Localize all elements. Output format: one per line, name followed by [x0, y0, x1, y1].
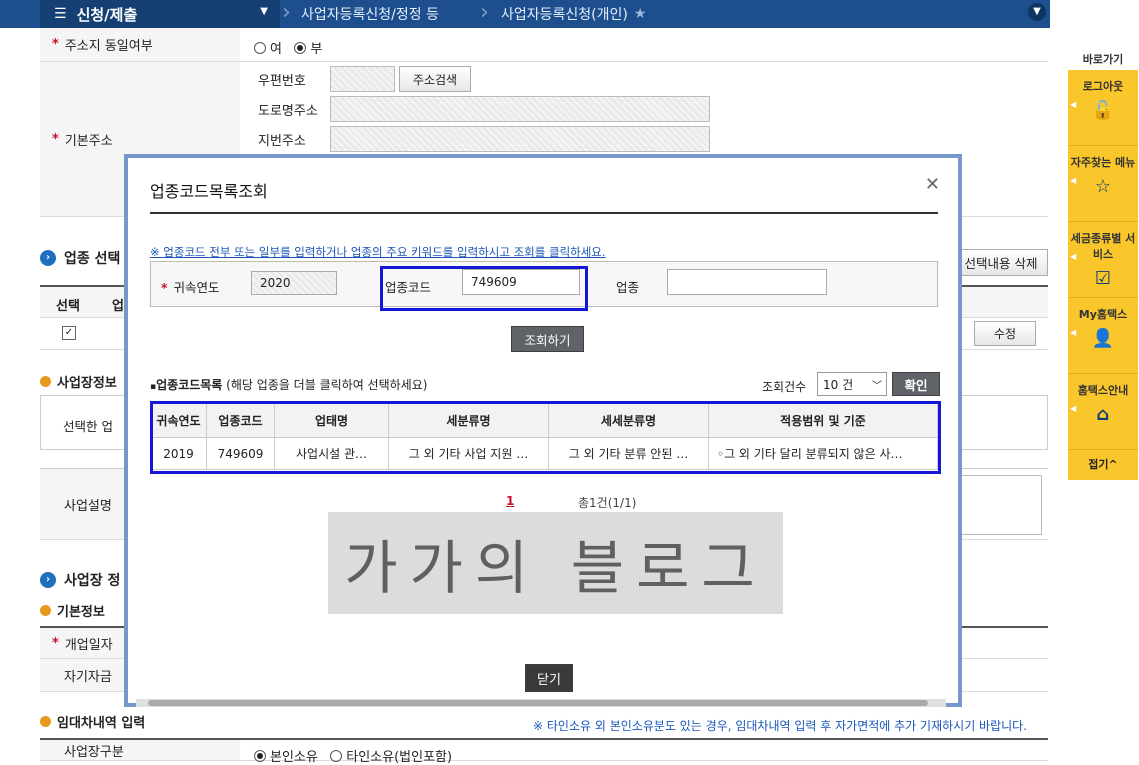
- chevron-down-icon: ﹀: [872, 381, 882, 392]
- breadcrumb-item-1[interactable]: 사업자등록신청/정정 등: [301, 0, 439, 28]
- breadcrumb-separator-icon: ›: [282, 0, 291, 25]
- highlight-box: [150, 401, 941, 474]
- horizontal-scrollbar[interactable]: [136, 699, 946, 707]
- industry-code-modal: 업종코드목록조회 ✕ ※ 업종코드 전부 또는 일부를 입력하거나 업종의 주요…: [124, 154, 962, 707]
- close-icon[interactable]: ✕: [925, 174, 940, 195]
- open-date-label: 개업일자: [64, 637, 113, 653]
- industry-label: 업종: [616, 280, 640, 295]
- quick-tax-services[interactable]: ◀ 세금종류별 서비스 ☑: [1068, 222, 1138, 298]
- home-icon: ⌂: [1096, 404, 1110, 425]
- count-select[interactable]: 10 건 ﹀: [817, 372, 887, 396]
- address-search-button[interactable]: 주소검색: [399, 66, 471, 92]
- highlight-box: [380, 266, 588, 311]
- page-total: 총1건(1/1): [578, 496, 637, 510]
- same-address-radios: 여 부: [254, 38, 322, 57]
- user-icon: 👤: [1091, 328, 1115, 349]
- chevron-down-icon[interactable]: ▼: [1028, 3, 1046, 21]
- watermark: 가가의 블로그: [328, 512, 783, 614]
- radio-no[interactable]: [294, 42, 307, 54]
- confirm-button[interactable]: 확인: [892, 372, 940, 396]
- lease-note: ※ 타인소유 외 본인소유분도 있는 경우, 임대차내역 입력 후 자가면적에 …: [533, 719, 1028, 733]
- hamburger-icon: ☰: [54, 6, 67, 22]
- business-desc-input[interactable]: [960, 475, 1042, 535]
- search-button[interactable]: 조회하기: [511, 326, 584, 352]
- workplace-type-radios: 본인소유 타인소유(법인포함): [254, 746, 452, 765]
- radio-other[interactable]: [330, 750, 343, 762]
- menu-toggle[interactable]: ☰ 신청/제출 ▼: [40, 0, 280, 28]
- row-checkbox[interactable]: ✓: [62, 326, 76, 340]
- industry-input[interactable]: [667, 269, 827, 295]
- close-button[interactable]: 닫기: [525, 664, 573, 692]
- road-address-label: 도로명주소: [258, 104, 318, 119]
- list-title: ▪업종코드목록 (해당 업종을 더블 클릭하여 선택하세요): [150, 378, 428, 392]
- radio-own[interactable]: [254, 750, 266, 762]
- year-input[interactable]: 2020: [251, 271, 337, 295]
- selected-info-text: 선택한 업: [63, 419, 113, 434]
- col-select: 선택: [56, 299, 80, 314]
- lot-address-input[interactable]: [330, 126, 710, 152]
- year-label: * 귀속연도: [161, 280, 220, 295]
- menu-label: 신청/제출: [76, 5, 138, 24]
- quick-fold-button[interactable]: 접기^: [1068, 450, 1138, 480]
- modal-title: 업종코드목록조회: [150, 182, 268, 201]
- lease-section-title: 임대차내역 입력: [40, 712, 145, 731]
- star-icon[interactable]: ★: [634, 6, 647, 22]
- postal-input[interactable]: [330, 66, 395, 92]
- workplace-section-title: › 사업장 정: [40, 570, 120, 590]
- industry-section-title: › 업종 선택: [40, 248, 120, 268]
- base-address-label: 기본주소: [64, 133, 113, 149]
- col-industry: 업: [112, 299, 124, 314]
- radio-yes[interactable]: [254, 42, 266, 54]
- lock-icon: 🔓: [1091, 100, 1115, 121]
- basic-info-title: 기본정보: [40, 601, 105, 620]
- workplace-type-row: 사업장구분 본인소유 타인소유(법인포함): [40, 738, 1048, 765]
- scrollbar-thumb[interactable]: [148, 700, 928, 706]
- postal-label: 우편번호: [258, 74, 306, 89]
- quick-menu: 바로가기 ◀ 로그아웃 🔓 ◀ 자주찾는 메뉴 ☆ ◀ 세금종류별 서비스 ☑ ◀ My홈택스…: [1068, 50, 1138, 480]
- quick-hometax-guide[interactable]: ◀ 홈택스안내 ⌂: [1068, 374, 1138, 450]
- same-address-label: 주소지 동일여부: [64, 39, 153, 54]
- dropdown-arrow-icon: ▼: [260, 6, 268, 17]
- workplace-type-label: 사업장구분: [64, 744, 124, 760]
- quick-logout[interactable]: ◀ 로그아웃 🔓: [1068, 70, 1138, 146]
- lot-address-label: 지번주소: [258, 134, 306, 149]
- quick-my-hometax[interactable]: ◀ My홈택스 👤: [1068, 298, 1138, 374]
- section-icon: ›: [40, 250, 56, 266]
- own-capital-label: 자기자금: [64, 669, 112, 685]
- modal-divider: [150, 212, 938, 214]
- checkbox-icon: ☑: [1094, 268, 1112, 289]
- workplace-info-title: 사업장정보: [40, 372, 117, 391]
- page-current[interactable]: 1: [506, 494, 514, 508]
- modal-note: ※ 업종코드 전부 또는 일부를 입력하거나 업종의 주요 키워드를 입력하시고…: [150, 245, 606, 259]
- delete-selected-button[interactable]: 선택내용 삭제: [954, 249, 1048, 276]
- quick-menu-title: 바로가기: [1082, 53, 1124, 66]
- edit-button[interactable]: 수정: [974, 321, 1036, 346]
- business-desc-label: 사업설명: [64, 498, 112, 514]
- same-address-row: * 주소지 동일여부 여 부: [40, 28, 1048, 62]
- quick-favorites[interactable]: ◀ 자주찾는 메뉴 ☆: [1068, 146, 1138, 222]
- breadcrumb-item-2[interactable]: 사업자등록신청(개인) ★: [501, 0, 646, 28]
- breadcrumb-separator-icon: ›: [480, 0, 489, 25]
- top-nav-bar: ☰ 신청/제출 ▼ › 사업자등록신청/정정 등 › 사업자등록신청(개인) ★ …: [0, 0, 1050, 28]
- road-address-input[interactable]: [330, 96, 710, 122]
- star-icon: ☆: [1094, 176, 1112, 197]
- count-label: 조회건수: [762, 380, 807, 394]
